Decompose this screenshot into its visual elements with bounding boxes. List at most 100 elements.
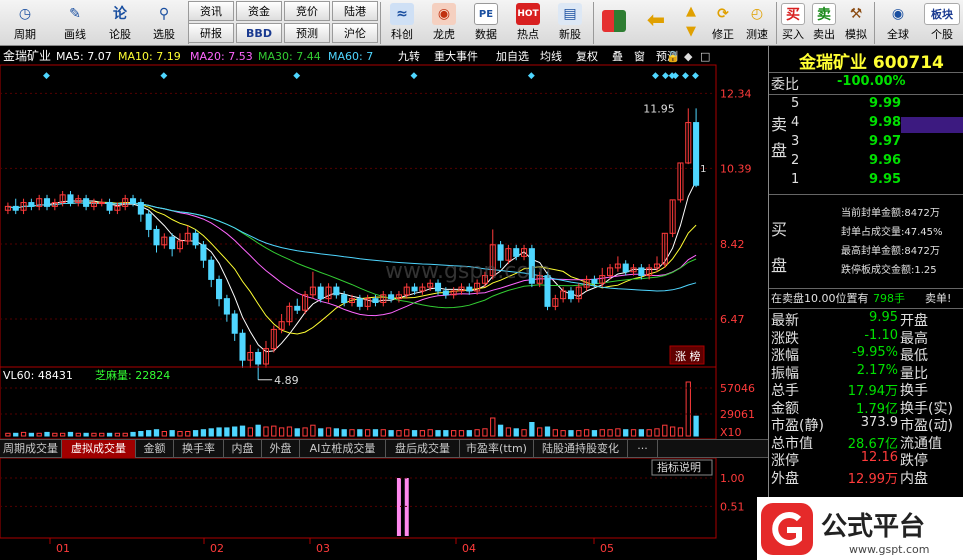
sci-tech-button[interactable]: ≈ 科创 [382, 1, 422, 45]
volume-bar [177, 431, 183, 437]
candle-body [28, 202, 35, 207]
tab-2[interactable]: 金额 [136, 440, 174, 458]
logo-brand: 公式平台 [821, 511, 925, 542]
gspt-logo: 公式平台 www.gspt.com [757, 497, 963, 560]
volume-bar [271, 425, 277, 437]
date-tick-label: 03 [316, 542, 330, 555]
volume-bar [122, 432, 128, 437]
volume-title: VL60: 48431 [3, 369, 73, 382]
volume-bars [5, 381, 699, 437]
volume-bar [591, 430, 598, 437]
event-marker-icon[interactable]: ◆ [662, 71, 669, 81]
ma5-label: MA5: 7.07 [56, 50, 112, 63]
date-tick-label: 01 [56, 542, 70, 555]
sell-level-5[interactable]: 5 9.99 [769, 96, 963, 116]
back-button[interactable]: ⬅ [636, 1, 676, 45]
expand-icon[interactable]: □ [700, 50, 710, 63]
draw-line-button[interactable]: ✎ 画线 [52, 1, 98, 45]
forecast-button[interactable]: 预测 [284, 23, 330, 43]
arrow-left-icon: ⬅ [646, 8, 666, 33]
research-button[interactable]: 研报 [188, 23, 234, 43]
candle-body [43, 198, 51, 207]
panel-title: 金瑞矿业 600714 [799, 53, 944, 73]
tab-10[interactable]: ··· [628, 440, 658, 458]
volume-bar [310, 424, 316, 437]
volume-bar [427, 429, 433, 437]
tab-4[interactable]: 内盘 [224, 440, 262, 458]
up-down-button[interactable]: ▲ ▼ [680, 1, 702, 45]
event-marker-icon[interactable]: ◆ [528, 71, 535, 81]
color-grid-button[interactable] [597, 1, 631, 45]
event-marker-icon[interactable]: ◆ [692, 71, 699, 81]
data-button[interactable]: PE 数据 [466, 1, 506, 45]
globe-icon: ◉ [891, 6, 905, 22]
pin-icon[interactable]: ◆ [684, 50, 693, 63]
sell-level-3[interactable]: 3 9.97 [769, 134, 963, 154]
tab-3[interactable]: 换手率 [174, 440, 224, 458]
global-button[interactable]: ◉ 全球 [876, 1, 920, 45]
hotspot-button[interactable]: HOT 热点 [508, 1, 548, 45]
sell-button[interactable]: 卖 卖出 [809, 1, 839, 45]
chart-area[interactable]: 金瑞矿业 MA5: 7.07 MA10: 7.19 MA20: 7.53 MA3… [0, 46, 768, 560]
event-marker-icon[interactable]: ◆ [672, 71, 679, 81]
tiger-icon: ◉ [432, 3, 456, 25]
volume-bar [435, 430, 441, 437]
header-button-3[interactable]: 均线 [540, 49, 562, 63]
volume-bar [607, 429, 613, 437]
dragon-tiger-button[interactable]: ◉ 龙虎 [424, 1, 464, 45]
header-button-1[interactable]: 重大事件 [434, 49, 478, 63]
tab-8[interactable]: 市盈率(ttm) [460, 440, 534, 458]
header-button-0[interactable]: 九转 [398, 49, 420, 63]
candle-body [12, 205, 19, 211]
event-marker-icon[interactable]: ◆ [43, 71, 50, 81]
auction-button[interactable]: 竞价 [284, 1, 330, 21]
candle-body [513, 248, 520, 257]
indicator-help-button[interactable]: 指标说明 [657, 460, 701, 474]
event-markers: ◆ ◆ ◆ ◆ ◆ ◆◆ ◆ ◆ ◆ ◆ [43, 71, 699, 81]
volume-axis: 57046 29061 [0, 382, 755, 421]
ma10-label: MA10: 7.19 [118, 50, 181, 63]
event-marker-icon[interactable]: ◆ [293, 71, 300, 81]
header-button-6[interactable]: 窗 [634, 49, 645, 63]
buy-info-line: 封单占成交量:47.45% [841, 227, 943, 238]
header-button-2[interactable]: 加自选 [496, 50, 529, 63]
tab-5[interactable]: 外盘 [262, 440, 300, 458]
ma30-line [7, 202, 697, 309]
price-annotations: 11.95 4.89 1 [258, 102, 706, 387]
buy-button[interactable]: 买 买入 [778, 1, 808, 45]
tab-6[interactable]: AI立桩成交量 [300, 440, 386, 458]
header-button-4[interactable]: 复权 [576, 49, 598, 63]
speed-test-button[interactable]: ◴ 测速 [740, 1, 774, 45]
volume-bar [677, 427, 684, 437]
tab-7[interactable]: 盘后成交量 [386, 440, 460, 458]
lungu-button[interactable]: 论 论股 [100, 1, 140, 45]
event-marker-icon[interactable]: ◆ [411, 71, 418, 81]
tab-0[interactable]: 周期成交量 [0, 440, 62, 458]
price-axis: 12.34 10.39 8.42 6.47 [720, 87, 752, 326]
header-button-5[interactable]: 叠 [612, 50, 623, 63]
new-stock-button[interactable]: ▤ 新股 [550, 1, 590, 45]
sell-level-1[interactable]: 1 9.95 [769, 172, 963, 192]
bbd-button[interactable]: BBD [236, 23, 282, 43]
hk-connect-button[interactable]: 陆港 [332, 1, 378, 21]
individual-stock-button[interactable]: 板块 个股 [922, 1, 962, 45]
simulate-button[interactable]: ⚒ 模拟 [840, 1, 872, 45]
volume-bar [255, 424, 261, 437]
sell-level-4[interactable]: 4 9.98 [769, 115, 963, 135]
fund-button[interactable]: 资金 [236, 1, 282, 21]
candle-body [434, 282, 442, 292]
event-marker-icon[interactable]: ◆ [160, 71, 167, 81]
period-button[interactable]: ◷ 周期 [0, 1, 50, 45]
candle-body [693, 122, 700, 186]
tab-1[interactable]: 虚拟成交量 [62, 440, 136, 458]
tab-9[interactable]: 陆股通持股变化 [534, 440, 628, 458]
refresh-button[interactable]: ⟳ 修正 [706, 1, 740, 45]
news-button[interactable]: 资讯 [188, 1, 234, 21]
sell-level-2[interactable]: 2 9.96 [769, 153, 963, 173]
volume-bar [513, 428, 519, 437]
event-marker-icon[interactable]: ◆ [652, 71, 659, 81]
stock-select-button[interactable]: ⚲ 选股 [142, 1, 186, 45]
event-marker-icon[interactable]: ◆ [682, 71, 689, 81]
shanghai-london-button[interactable]: 沪伦 [332, 23, 378, 43]
lock-icon[interactable]: 🔒 [666, 50, 680, 63]
